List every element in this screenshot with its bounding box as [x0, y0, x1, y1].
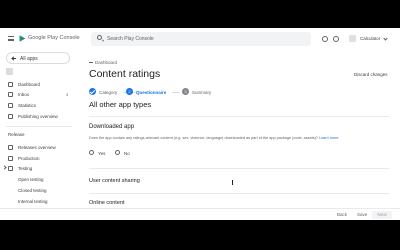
sidebar-item-label: Testing	[18, 165, 33, 171]
step-done-check-icon	[89, 88, 96, 95]
sidebar-item-dashboard[interactable]: Dashboard	[0, 79, 76, 89]
next-button[interactable]: Next	[372, 211, 392, 219]
production-icon	[8, 155, 13, 161]
section-heading: All other app types	[89, 100, 152, 109]
learn-more-link[interactable]: Learn more	[319, 136, 338, 140]
mouse-cursor	[232, 180, 233, 185]
all-apps-button[interactable]: All apps	[6, 52, 70, 64]
app-icon	[6, 68, 13, 75]
sidebar-item-label: Publishing overview	[18, 113, 58, 119]
save-button[interactable]: Save	[357, 212, 367, 217]
question-body: Does the app contain any ratings-relevan…	[89, 136, 319, 140]
brand-name: Google Play Console	[28, 35, 80, 41]
releases-icon	[8, 144, 13, 150]
sidebar-item-closed-testing[interactable]: Closed testing	[0, 185, 76, 195]
step-summary[interactable]: Summary	[192, 90, 211, 95]
user-content-sharing-heading[interactable]: User content sharing	[89, 178, 140, 184]
back-arrow-icon[interactable]	[89, 62, 93, 63]
top-app-bar: Google Play Console Search Play Console …	[0, 28, 400, 50]
sidebar-item-label: Statistics	[18, 102, 37, 108]
account-avatar[interactable]	[349, 35, 356, 42]
radio-no[interactable]	[115, 150, 120, 155]
menu-icon[interactable]	[8, 36, 14, 41]
testing-icon	[8, 165, 13, 171]
page-title: Content ratings	[89, 68, 161, 80]
step-category[interactable]: Category	[99, 90, 117, 95]
radio-yes-label[interactable]: Yes	[98, 151, 105, 156]
sidebar-item-production[interactable]: Production	[0, 153, 76, 163]
sidebar-item-label: Releases overview	[18, 144, 56, 150]
sidebar-divider	[6, 126, 72, 127]
divider	[89, 168, 389, 169]
radio-no-label[interactable]: No	[124, 151, 130, 156]
question-text: Does the app contain any ratings-relevan…	[89, 136, 389, 140]
dashboard-icon	[8, 81, 13, 87]
step-active-indicator: 2	[126, 88, 133, 95]
chevron-down-icon[interactable]	[383, 36, 388, 41]
sidebar-item-label: Closed testing	[18, 187, 47, 193]
sidebar-item-publishing-overview[interactable]: Publishing overview	[0, 111, 76, 121]
brand-google: Google Play	[28, 35, 58, 41]
google-play-logo-icon	[19, 35, 26, 42]
play-console-window: Google Play Console Search Play Console …	[0, 28, 400, 220]
sidebar: All apps Dashboard Inbox 3 Statistics Pu…	[0, 50, 76, 220]
account-name[interactable]: Calculator	[360, 36, 380, 41]
step-connector	[172, 91, 180, 93]
divider	[89, 193, 389, 194]
step-number: 2	[128, 89, 131, 94]
sidebar-item-open-testing[interactable]: Open testing	[0, 174, 76, 184]
back-button[interactable]: Back	[337, 212, 347, 217]
sidebar-item-label: Open testing	[18, 176, 44, 182]
all-apps-label: All apps	[20, 56, 38, 62]
sidebar-item-label: Production	[18, 155, 40, 161]
inbox-icon	[8, 91, 13, 97]
publishing-icon	[8, 113, 13, 119]
sidebar-item-inbox[interactable]: Inbox 3	[0, 89, 76, 99]
search-placeholder: Search Play Console	[107, 36, 154, 42]
step-number: 3	[184, 89, 187, 94]
search-icon	[97, 35, 102, 40]
breadcrumb[interactable]: Dashboard	[95, 60, 117, 65]
sidebar-item-releases-overview[interactable]: Releases overview	[0, 142, 76, 152]
brand-console: Console	[59, 35, 80, 41]
online-content-heading[interactable]: Online content	[89, 200, 124, 206]
sidebar-section-release: Release	[8, 132, 25, 137]
sidebar-item-label: Inbox	[18, 91, 30, 97]
radio-yes[interactable]	[89, 150, 94, 155]
link-icon[interactable]	[322, 36, 328, 42]
sidebar-item-internal-testing[interactable]: Internal testing	[0, 196, 76, 206]
inbox-count-badge: 3	[66, 92, 69, 97]
back-arrow-icon	[12, 58, 16, 59]
sidebar-item-testing[interactable]: Testing	[0, 163, 76, 173]
sidebar-item-label: Dashboard	[18, 81, 41, 87]
discard-changes-button[interactable]: Discard changes	[354, 72, 388, 77]
sidebar-item-statistics[interactable]: Statistics	[0, 100, 76, 110]
sidebar-item-label: Internal testing	[18, 198, 48, 204]
statistics-icon	[8, 102, 13, 108]
downloaded-app-heading: Downloaded app	[89, 124, 135, 130]
help-icon[interactable]	[333, 36, 339, 42]
search-input[interactable]: Search Play Console	[91, 32, 311, 46]
main-content: Dashboard Content ratings Discard change…	[76, 50, 400, 220]
divider	[89, 116, 389, 117]
bottom-action-bar: Back Save Next	[0, 208, 400, 220]
step-pending-indicator: 3	[182, 88, 189, 95]
step-questionnaire[interactable]: Questionnaire	[136, 90, 166, 95]
chevron-right-icon	[2, 165, 7, 170]
